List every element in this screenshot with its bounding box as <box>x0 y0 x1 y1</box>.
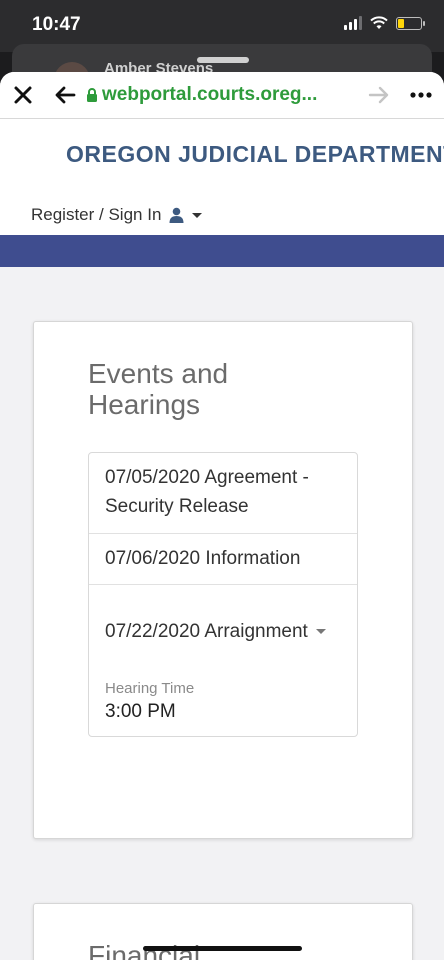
event-label: 07/22/2020 Arraignment <box>105 621 308 642</box>
nav-band <box>0 235 444 267</box>
url-bar[interactable]: webportal.courts.oreg... <box>86 84 317 106</box>
chevron-down-icon <box>315 629 326 634</box>
back-arrow-icon <box>55 86 76 104</box>
more-button[interactable] <box>408 82 434 108</box>
user-icon <box>169 207 184 223</box>
signal-icon <box>344 16 362 30</box>
lock-icon <box>87 87 97 102</box>
site-header: OREGON JUDICIAL DEPARTMENT Register / Si… <box>0 119 444 235</box>
event-label: 07/05/2020 Agreement - Security Release <box>105 467 309 517</box>
events-title: Events and Hearings <box>88 358 229 420</box>
financial-card: Financial <box>33 903 413 960</box>
hearing-time-value: 3:00 PM <box>105 701 176 722</box>
list-item[interactable]: 07/05/2020 Agreement - Security Release <box>89 453 357 534</box>
close-icon <box>14 86 32 104</box>
home-indicator[interactable] <box>143 946 302 951</box>
battery-icon <box>396 16 425 30</box>
wifi-icon <box>370 16 388 30</box>
list-item[interactable]: 07/22/2020 Arraignment Hearing Time 3:00… <box>89 584 357 736</box>
status-time: 10:47 <box>32 14 81 35</box>
signin-label: Register / Sign In <box>31 205 162 224</box>
status-icons <box>344 16 425 30</box>
list-item[interactable]: 07/06/2020 Information <box>89 533 357 585</box>
forward-arrow-icon <box>368 86 389 104</box>
event-label-expanded: 07/22/2020 Arraignment <box>105 617 326 646</box>
close-button[interactable] <box>10 82 36 108</box>
site-title[interactable]: OREGON JUDICIAL DEPARTMENT <box>66 141 444 168</box>
events-list: 07/05/2020 Agreement - Security Release … <box>88 452 358 737</box>
events-card: Events and Hearings 07/05/2020 Agreement… <box>33 321 413 839</box>
more-icon <box>410 92 432 98</box>
url-text: webportal.courts.oreg... <box>102 84 318 105</box>
browser-sheet: webportal.courts.oreg... OREGON JUDICIAL… <box>0 72 444 960</box>
sheet-grab-handle[interactable] <box>197 57 249 63</box>
chevron-down-icon <box>192 212 203 218</box>
back-button[interactable] <box>52 82 78 108</box>
event-label: 07/06/2020 Information <box>105 548 301 569</box>
browser-toolbar: webportal.courts.oreg... <box>0 72 444 119</box>
register-signin-menu[interactable]: Register / Sign In <box>31 205 203 225</box>
forward-button[interactable] <box>366 82 392 108</box>
